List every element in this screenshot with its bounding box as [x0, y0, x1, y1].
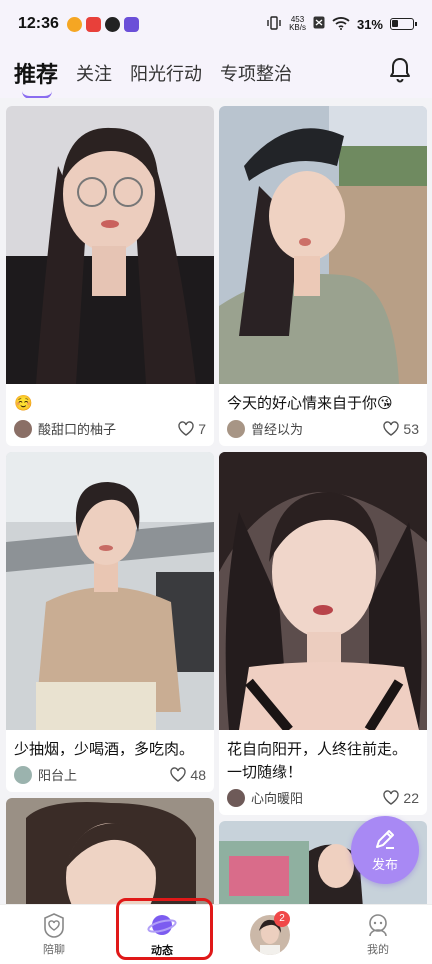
- pencil-icon: [376, 830, 394, 849]
- top-tab-bar: 推荐 关注 阳光行动 专项整治: [0, 48, 432, 99]
- app-notification-icon: [85, 16, 101, 32]
- avatar[interactable]: [227, 419, 245, 438]
- profile-icon: [369, 914, 387, 937]
- post-caption: ☺️: [14, 395, 33, 412]
- nav-item-moments[interactable]: 动态: [108, 905, 216, 964]
- battery-icon: [390, 18, 417, 30]
- post-photo[interactable]: [6, 798, 214, 904]
- tab-label: 推荐: [14, 62, 59, 87]
- notification-badge: 2: [274, 911, 290, 927]
- tab-special-rectification[interactable]: 专项整治: [220, 60, 292, 86]
- like-button[interactable]: 48: [170, 767, 206, 783]
- post-photo[interactable]: [6, 106, 214, 384]
- post-card[interactable]: 花自向阳开，人终往前走。一切随缘！ 心向暖阳 22: [219, 452, 427, 815]
- heart-icon: [170, 767, 187, 782]
- weibo-icon: [66, 16, 82, 32]
- net-speed-unit: KB/s: [289, 23, 306, 32]
- status-app-icons: [66, 16, 139, 32]
- post-caption: 花自向阳开，人终往前走。一切随缘！: [227, 741, 408, 781]
- app-notification-icon: [123, 16, 139, 32]
- nav-label: 动态: [151, 945, 173, 957]
- post-photo[interactable]: [6, 452, 214, 730]
- bell-icon[interactable]: [388, 56, 412, 84]
- post-card[interactable]: 少抽烟，少喝酒，多吃肉。 阳台上 48: [6, 452, 214, 792]
- battery-percent: 31%: [356, 16, 383, 32]
- status-right: 453 KB/s 31%: [266, 15, 417, 33]
- heart-icon: [383, 790, 400, 805]
- vibrate-icon: [266, 15, 282, 33]
- like-count: 48: [190, 766, 206, 783]
- post-card[interactable]: 今天的好心情来自于你😘 曾经以为 53: [219, 106, 427, 446]
- feed-column-left: ☺️ 酸甜口的柚子 7 少抽烟，少喝酒，多吃肉。 阳台上 48: [6, 106, 214, 904]
- publish-label: 发布: [371, 857, 398, 872]
- heart-chat-icon: [44, 913, 64, 938]
- post-username[interactable]: 酸甜口的柚子: [38, 419, 116, 438]
- post-username[interactable]: 曾经以为: [251, 419, 303, 438]
- heart-icon: [178, 421, 194, 436]
- nav-item-avatar[interactable]: 2: [216, 905, 324, 964]
- post-photo[interactable]: [219, 452, 427, 730]
- bottom-nav: 陪聊 动态 2 我的: [0, 904, 432, 964]
- like-count: 53: [403, 420, 419, 437]
- feed-grid[interactable]: ☺️ 酸甜口的柚子 7 少抽烟，少喝酒，多吃肉。 阳台上 48 今天的好心情来自…: [0, 98, 432, 904]
- nav-item-mine[interactable]: 我的: [324, 905, 432, 964]
- post-photo[interactable]: [219, 106, 427, 384]
- planet-icon: [147, 915, 177, 935]
- tab-label: 专项整治: [220, 64, 293, 84]
- status-bar: 12:36 453 KB/s 31%: [0, 0, 432, 48]
- tab-label: 关注: [76, 64, 113, 84]
- post-card[interactable]: ☺️ 酸甜口的柚子 7: [6, 106, 214, 446]
- nav-label: 我的: [367, 944, 389, 956]
- post-username[interactable]: 心向暖阳: [251, 788, 303, 807]
- app-notification-icon: [104, 16, 120, 32]
- nav-item-chat[interactable]: 陪聊: [0, 905, 108, 964]
- tab-recommend[interactable]: 推荐: [14, 57, 59, 99]
- tab-sunshine-action[interactable]: 阳光行动: [130, 60, 202, 86]
- post-caption: 今天的好心情来自于你😘: [227, 395, 393, 412]
- avatar[interactable]: [14, 765, 32, 784]
- tab-follow[interactable]: 关注: [76, 60, 112, 86]
- sim-icon: [313, 16, 325, 32]
- post-card[interactable]: [6, 798, 214, 904]
- like-count: 7: [198, 420, 206, 437]
- wifi-icon: [332, 16, 350, 33]
- like-count: 22: [403, 789, 419, 806]
- nav-label: 陪聊: [43, 944, 65, 956]
- like-button[interactable]: 22: [383, 790, 419, 806]
- feed-column-right: 今天的好心情来自于你😘 曾经以为 53 花自向阳开，人终往前走。一切随缘！ 心向…: [219, 106, 427, 904]
- heart-icon: [383, 421, 400, 436]
- tab-label: 阳光行动: [130, 64, 203, 84]
- avatar[interactable]: [14, 419, 32, 438]
- like-button[interactable]: 53: [383, 421, 419, 437]
- post-username[interactable]: 阳台上: [38, 765, 77, 784]
- publish-button[interactable]: 发布: [351, 816, 419, 884]
- status-time: 12:36: [18, 15, 59, 32]
- like-button[interactable]: 7: [178, 421, 206, 437]
- net-speed: 453 KB/s: [289, 16, 306, 32]
- post-caption: 少抽烟，少喝酒，多吃肉。: [14, 741, 195, 758]
- avatar[interactable]: [227, 788, 245, 807]
